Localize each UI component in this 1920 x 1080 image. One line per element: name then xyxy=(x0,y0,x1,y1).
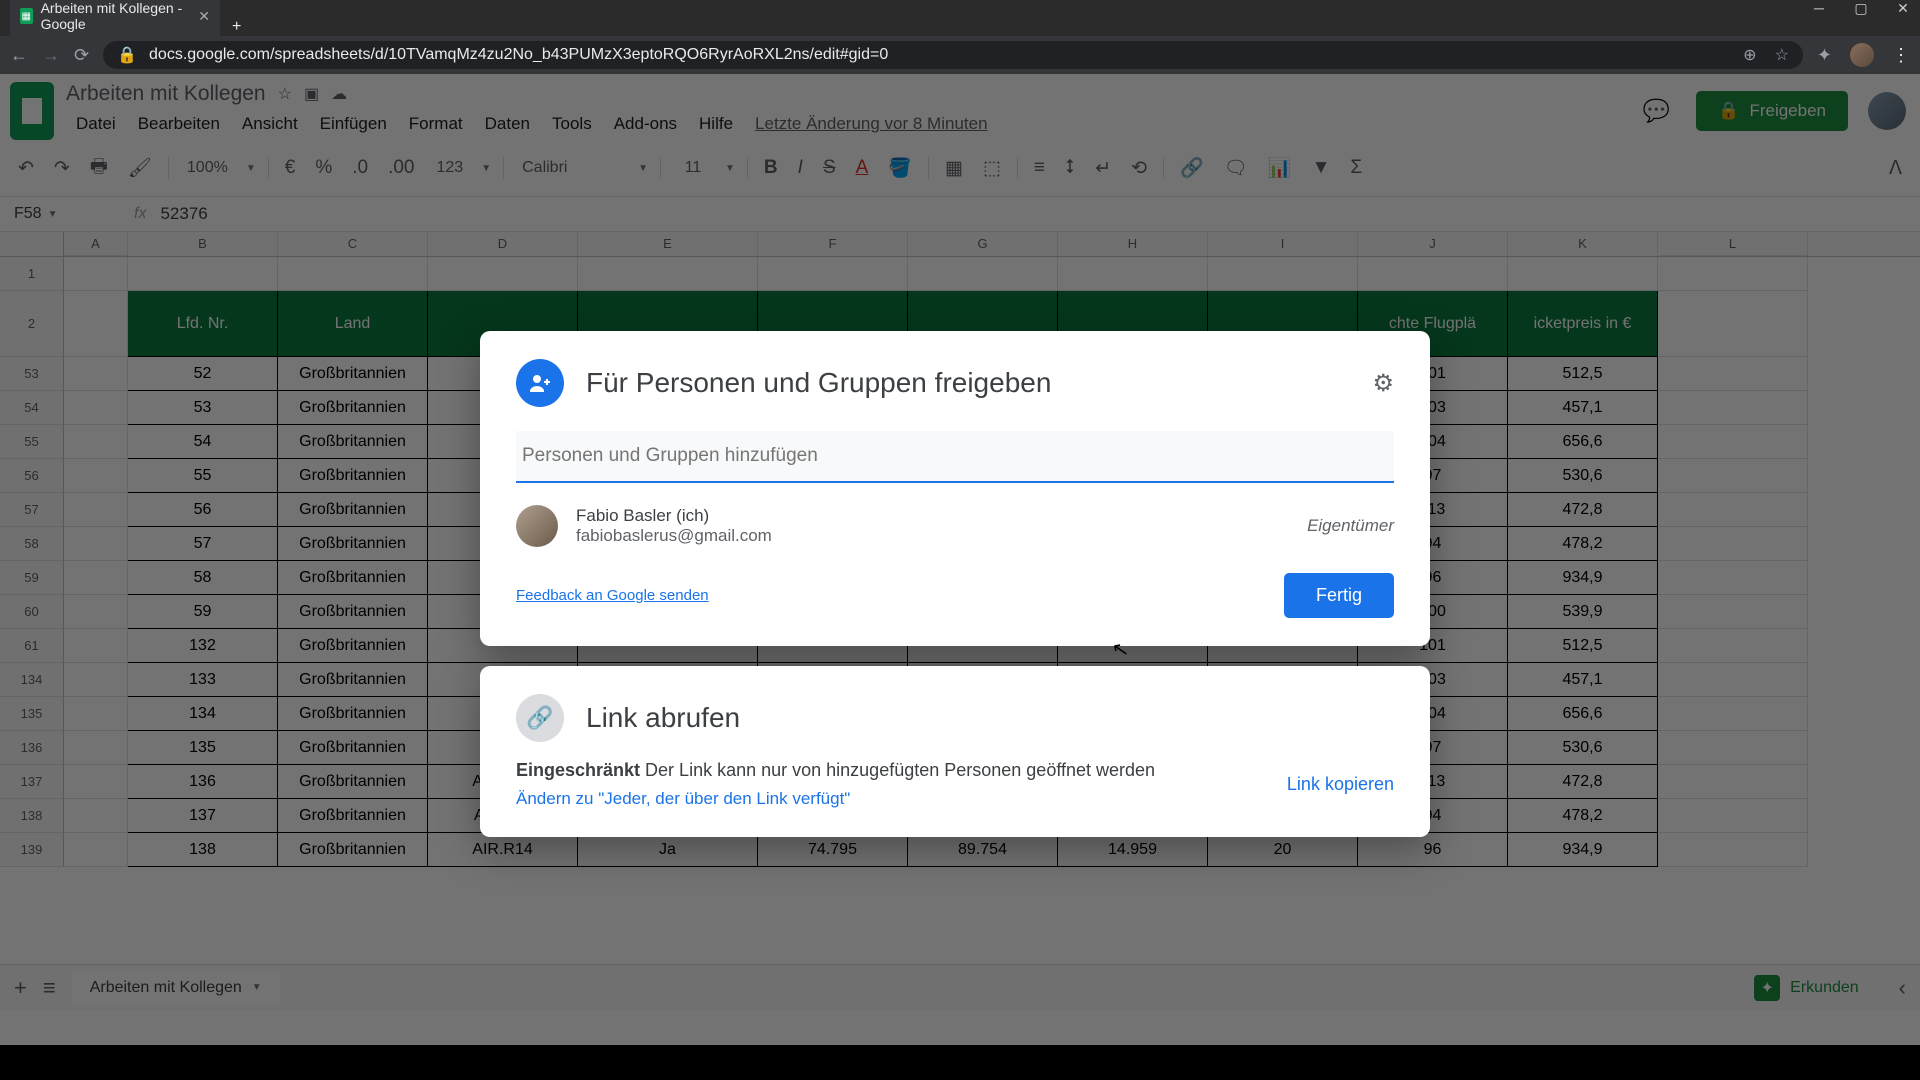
maximize-button[interactable]: ▢ xyxy=(1852,0,1870,17)
reload-icon[interactable]: ⟳ xyxy=(74,45,89,66)
copy-link-button[interactable]: Link kopieren xyxy=(1287,774,1394,795)
lock-icon: 🔒 xyxy=(117,45,137,65)
star-icon[interactable]: ☆ xyxy=(1775,45,1789,65)
link-dialog: 🔗 Link abrufen Eingeschränkt Der Link ka… xyxy=(480,666,1430,837)
owner-name: Fabio Basler (ich) xyxy=(576,506,772,526)
tab-title: Arbeiten mit Kollegen - Google xyxy=(41,0,191,32)
extensions-icon[interactable]: ✦ xyxy=(1817,45,1832,66)
change-link-access[interactable]: Ändern zu "Jeder, der über den Link verf… xyxy=(516,789,1287,809)
add-people-input-wrapper xyxy=(516,431,1394,483)
forward-icon[interactable]: → xyxy=(42,45,60,66)
add-people-input[interactable] xyxy=(522,445,1388,467)
done-button[interactable]: Fertig xyxy=(1284,573,1394,618)
chrome-profile-avatar[interactable] xyxy=(1850,43,1874,67)
share-dialog-title: Für Personen und Gruppen freigeben xyxy=(586,367,1350,399)
new-tab-button[interactable]: + xyxy=(220,18,253,36)
owner-email: fabiobaslerus@gmail.com xyxy=(576,526,772,546)
owner-role: Eigentümer xyxy=(1307,516,1394,536)
zoom-icon[interactable]: ⊕ xyxy=(1743,45,1756,65)
gear-icon[interactable]: ⚙ xyxy=(1372,369,1394,398)
link-icon: 🔗 xyxy=(516,694,564,742)
bottom-bar xyxy=(0,1045,1920,1080)
back-icon[interactable]: ← xyxy=(10,45,28,66)
close-window-button[interactable]: ✕ xyxy=(1894,0,1912,17)
minimize-button[interactable]: ─ xyxy=(1810,0,1828,17)
url-bar[interactable]: 🔒 docs.google.com/spreadsheets/d/10TVamq… xyxy=(103,41,1803,69)
share-dialog: Für Personen und Gruppen freigeben ⚙ Fab… xyxy=(480,331,1430,646)
feedback-link[interactable]: Feedback an Google senden xyxy=(516,587,709,604)
link-dialog-title: Link abrufen xyxy=(586,702,1394,734)
person-add-icon xyxy=(516,359,564,407)
close-tab-icon[interactable]: ✕ xyxy=(198,8,210,25)
owner-avatar xyxy=(516,505,558,547)
chrome-menu-icon[interactable]: ⋮ xyxy=(1892,45,1910,66)
url-text: docs.google.com/spreadsheets/d/10TVamqMz… xyxy=(149,46,888,64)
browser-tab[interactable]: ▦ Arbeiten mit Kollegen - Google ✕ xyxy=(10,0,220,36)
link-restriction-text: Eingeschränkt Der Link kann nur von hinz… xyxy=(516,760,1155,780)
sheets-favicon: ▦ xyxy=(20,8,33,24)
